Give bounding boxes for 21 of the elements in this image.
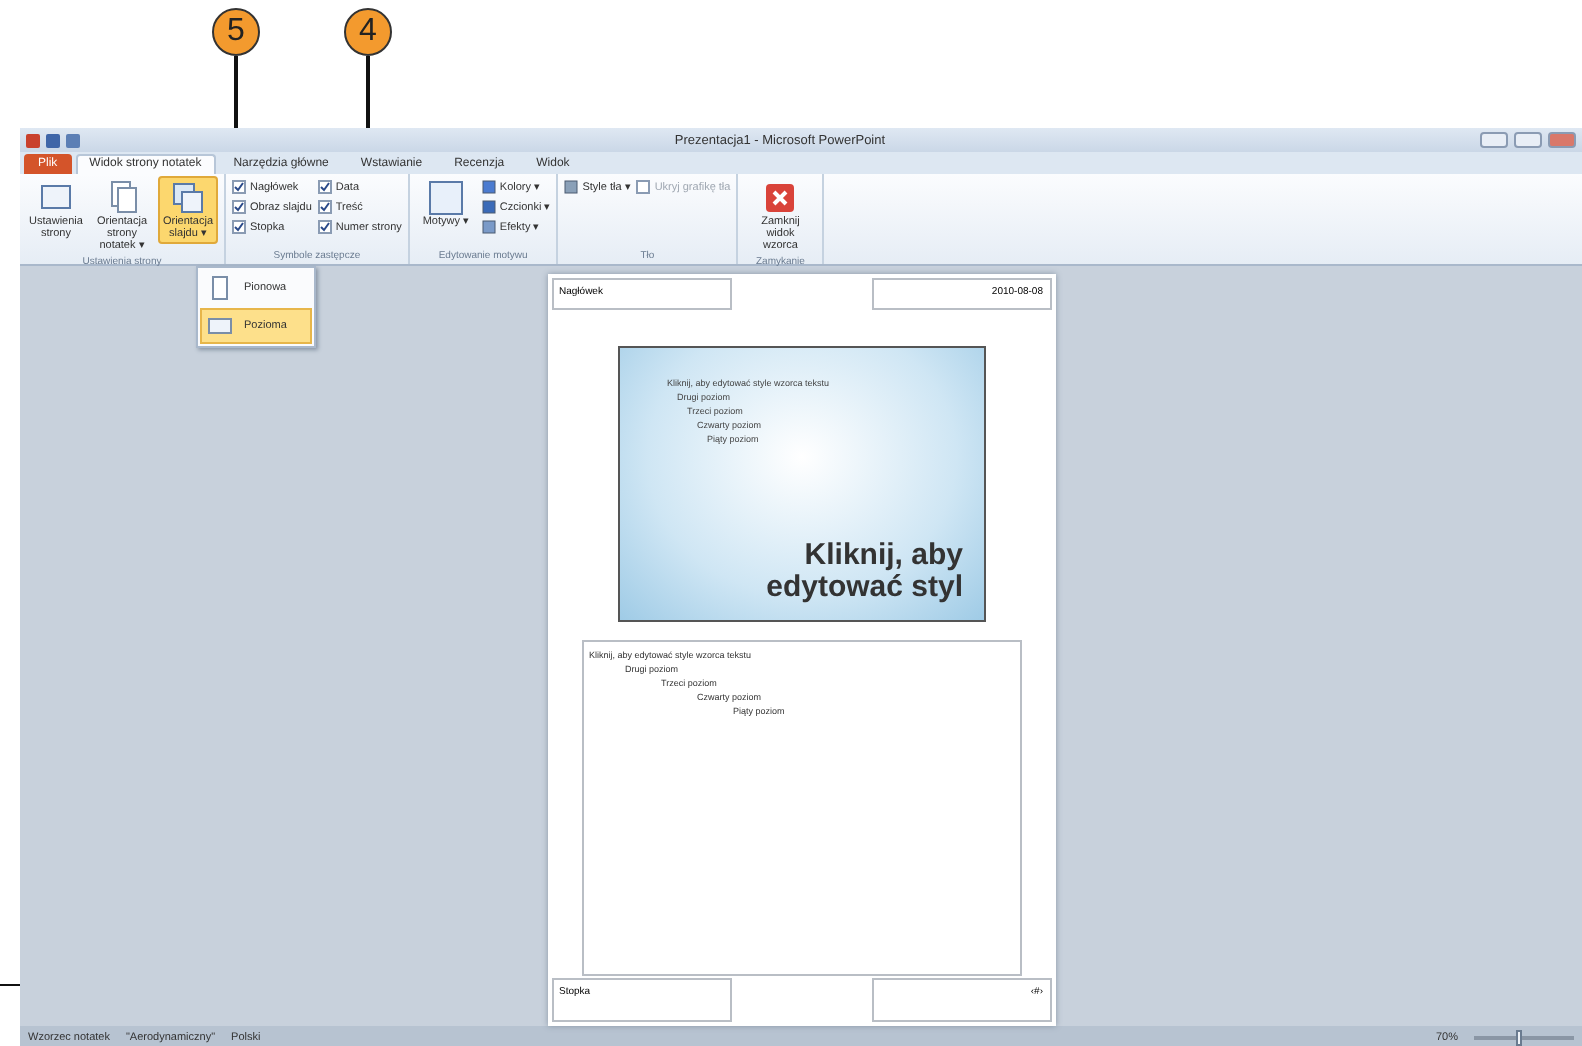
checkbox[interactable] <box>317 200 332 214</box>
background-style-icon <box>564 180 579 194</box>
checkbox[interactable] <box>232 180 246 194</box>
callout-number: 5 <box>212 8 260 56</box>
minimize-button[interactable] <box>1480 132 1508 148</box>
close-icon <box>762 180 799 216</box>
colors-icon <box>481 180 496 194</box>
fonts-icon <box>481 200 496 214</box>
checkbox[interactable] <box>232 220 246 234</box>
checkbox[interactable] <box>317 180 332 194</box>
slide-title: Kliknij, aby edytować styl <box>764 540 963 604</box>
maximize-button[interactable] <box>1514 132 1542 148</box>
app-icon <box>26 133 40 147</box>
slides-icon <box>170 180 206 216</box>
checkbox[interactable] <box>232 200 246 214</box>
checkbox[interactable] <box>317 220 332 234</box>
effects-icon <box>481 220 496 234</box>
portrait-page-icon <box>208 276 232 300</box>
callout-number: 4 <box>344 8 392 56</box>
zoom-thumb[interactable] <box>1515 1029 1521 1045</box>
landscape-page-icon <box>208 314 232 338</box>
